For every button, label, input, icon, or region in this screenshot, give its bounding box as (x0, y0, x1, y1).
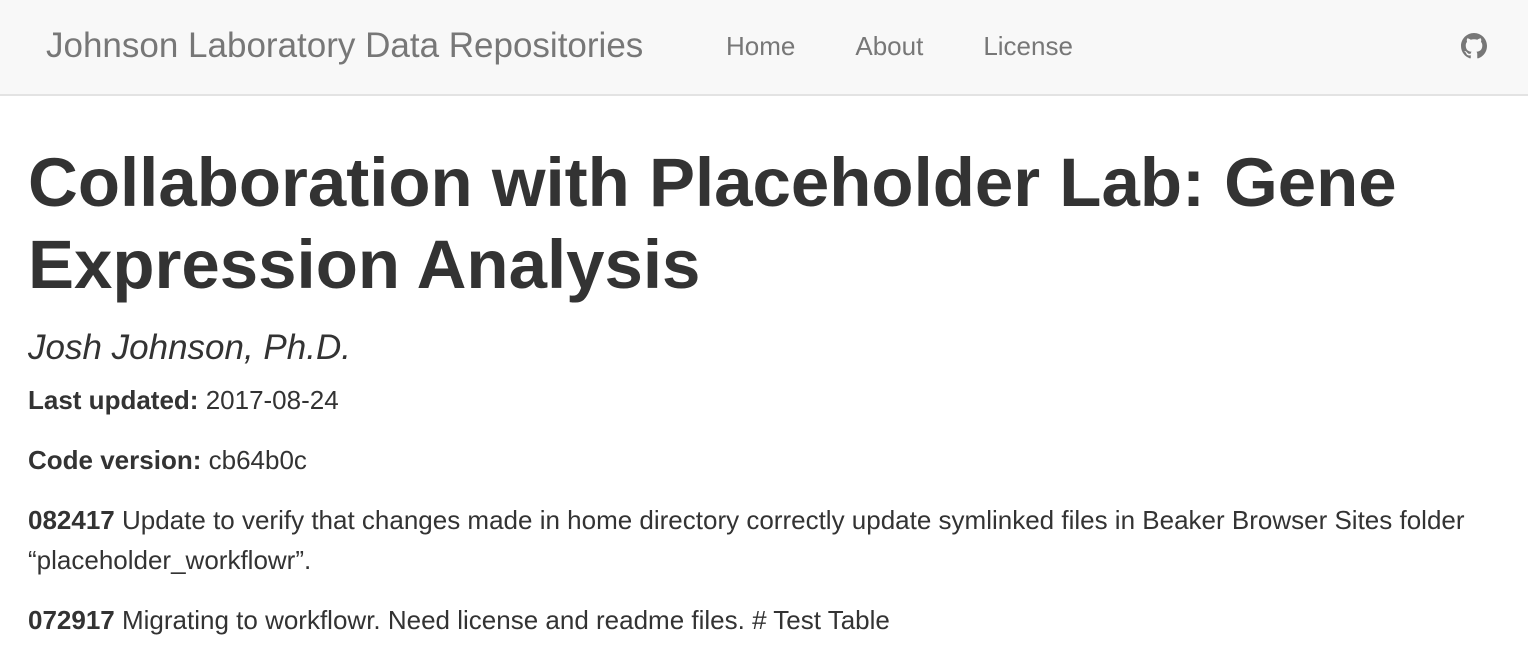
note-text: Migrating to workflowr. Need license and… (122, 605, 890, 635)
github-icon[interactable] (1461, 33, 1487, 59)
nav-links: Home About License (726, 28, 1133, 64)
last-updated: Last updated: 2017-08-24 (28, 380, 339, 420)
page-title: Collaboration with Placeholder Lab: Gene… (28, 144, 1397, 303)
code-version-label: Code version: (28, 445, 202, 475)
note-paragraph: 082417 Update to verify that changes mad… (28, 500, 1498, 580)
last-updated-label: Last updated: (28, 385, 199, 415)
code-version: Code version: cb64b0c (28, 440, 307, 480)
navbar-brand[interactable]: Johnson Laboratory Data Repositories (46, 24, 643, 68)
note-id: 082417 (28, 505, 115, 535)
main-content: Collaboration with Placeholder Lab: Gene… (28, 96, 1498, 635)
note-text: Update to verify that changes made in ho… (28, 505, 1465, 575)
note-id: 072917 (28, 605, 115, 635)
nav-link-home[interactable]: Home (726, 28, 795, 64)
note-paragraph: 072917 Migrating to workflowr. Need lice… (28, 600, 890, 640)
last-updated-value: 2017-08-24 (205, 385, 339, 415)
top-navbar: Johnson Laboratory Data Repositories Hom… (0, 0, 1528, 96)
code-version-value: cb64b0c (208, 445, 307, 475)
nav-link-license[interactable]: License (983, 28, 1073, 64)
author-name: Josh Johnson, Ph.D. (28, 328, 351, 367)
nav-link-about[interactable]: About (855, 28, 923, 64)
